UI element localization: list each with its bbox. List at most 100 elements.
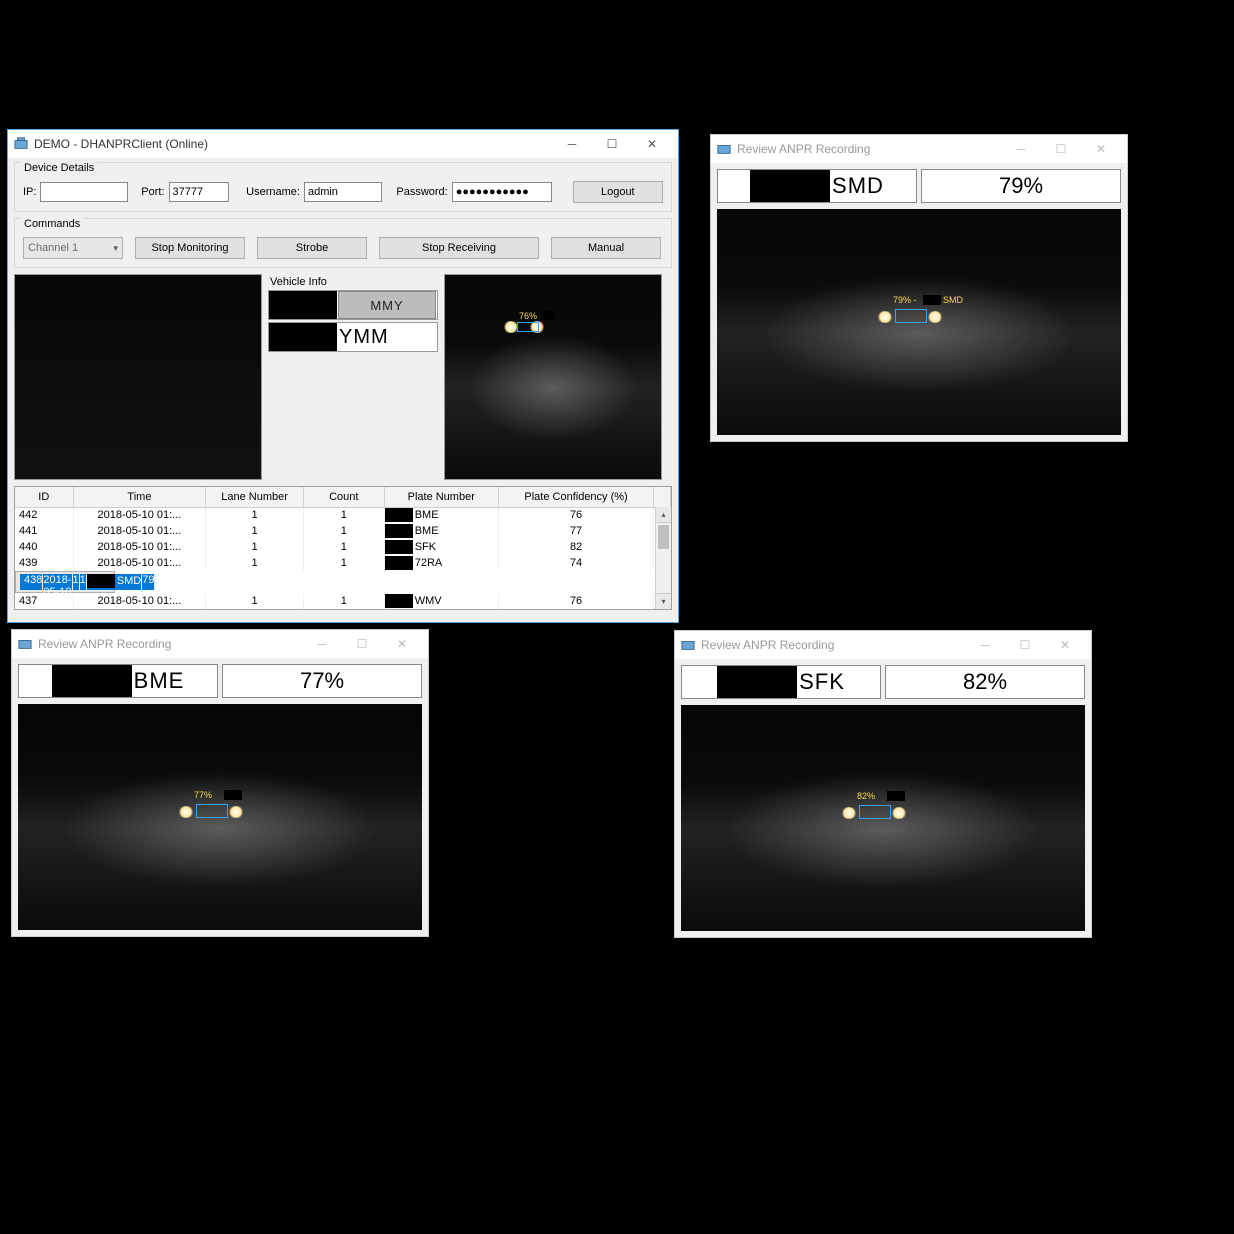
live-camera-right: 76% (444, 274, 662, 480)
strobe-button[interactable]: Strobe (257, 237, 367, 259)
stop-monitoring-button[interactable]: Stop Monitoring (135, 237, 245, 259)
table-row[interactable]: 4382018-05-10 01:...11SMD79 (15, 571, 115, 593)
channel-select[interactable]: Channel 1 ▾ (23, 237, 123, 259)
close-button[interactable]: ✕ (382, 630, 422, 658)
channel-select-value: Channel 1 (28, 242, 78, 254)
titlebar[interactable]: Review ANPR Recording ─ ☐ ✕ (12, 630, 428, 658)
commands-group: Commands Channel 1 ▾ Stop Monitoring Str… (14, 218, 672, 268)
app-icon (14, 137, 28, 151)
col-count[interactable]: Count (303, 487, 384, 507)
maximize-button[interactable]: ☐ (592, 130, 632, 158)
review-confidence-box: 82% (885, 665, 1085, 699)
window-title: Review ANPR Recording (38, 637, 171, 651)
redaction-block (269, 323, 337, 351)
table-row[interactable]: 4392018-05-10 01:...1172RA74 (15, 555, 671, 571)
detection-annotation: 79% - (893, 295, 917, 305)
scroll-up-icon[interactable]: ▴ (656, 507, 671, 523)
minimize-button[interactable]: ─ (302, 630, 342, 658)
main-window: DEMO - DHANPRClient (Online) ─ ☐ ✕ Devic… (7, 129, 679, 623)
app-icon (681, 638, 695, 652)
titlebar[interactable]: Review ANPR Recording ─ ☐ ✕ (711, 135, 1127, 163)
col-plate[interactable]: Plate Number (384, 487, 498, 507)
col-time[interactable]: Time (73, 487, 206, 507)
table-row[interactable]: 4422018-05-10 01:...11BME76 (15, 507, 671, 523)
window-title: DEMO - DHANPRClient (Online) (34, 137, 208, 151)
window-title: Review ANPR Recording (701, 638, 834, 652)
stop-receiving-button[interactable]: Stop Receiving (379, 237, 539, 259)
redaction-block (385, 508, 413, 522)
review-plate-box: SFK (681, 665, 881, 699)
review-plate-box: BME (18, 664, 218, 698)
titlebar[interactable]: DEMO - DHANPRClient (Online) ─ ☐ ✕ (8, 130, 678, 158)
review-image: 82% (681, 705, 1085, 931)
redaction-block (750, 170, 830, 202)
table-scrollbar[interactable]: ▴ ▾ (655, 507, 671, 609)
close-button[interactable]: ✕ (632, 130, 672, 158)
detection-box (196, 804, 228, 818)
scroll-down-icon[interactable]: ▾ (656, 593, 671, 609)
maximize-button[interactable]: ☐ (1005, 631, 1045, 659)
review-plate-text: SMD (830, 173, 884, 199)
device-details-legend: Device Details (21, 162, 97, 174)
username-input[interactable] (304, 182, 382, 202)
col-id[interactable]: ID (15, 487, 73, 507)
review-plate-box: SMD (717, 169, 917, 203)
app-icon (18, 637, 32, 651)
password-label: Password: (396, 186, 447, 198)
review-confidence-box: 79% (921, 169, 1121, 203)
redaction-block (385, 594, 413, 608)
redaction-block (717, 666, 797, 698)
plate-image: MMY (268, 290, 438, 320)
table-row[interactable]: 4402018-05-10 01:...11SFK82 (15, 539, 671, 555)
ip-label: IP: (23, 186, 36, 198)
vehicle-info-panel: Vehicle Info MMY YMM (268, 274, 438, 480)
username-label: Username: (246, 186, 300, 198)
plate-text-value: YMM (337, 326, 389, 349)
minimize-button[interactable]: ─ (1001, 135, 1041, 163)
redaction-block (385, 524, 413, 538)
commands-legend: Commands (21, 218, 83, 230)
scroll-thumb[interactable] (658, 525, 669, 549)
redaction-block (87, 574, 115, 588)
titlebar[interactable]: Review ANPR Recording ─ ☐ ✕ (675, 631, 1091, 659)
detection-box (895, 309, 927, 323)
port-label: Port: (141, 186, 164, 198)
redaction-block (224, 790, 242, 800)
redaction-block (52, 665, 132, 697)
review-plate-text: SFK (797, 669, 845, 695)
review-confidence-box: 77% (222, 664, 422, 698)
ip-input[interactable] (40, 182, 128, 202)
maximize-button[interactable]: ☐ (1041, 135, 1081, 163)
maximize-button[interactable]: ☐ (342, 630, 382, 658)
review-confidence-text: 82% (963, 669, 1007, 695)
col-conf[interactable]: Plate Confidency (%) (498, 487, 654, 507)
minimize-button[interactable]: ─ (965, 631, 1005, 659)
redaction-block (923, 295, 941, 305)
port-input[interactable] (169, 182, 229, 202)
logout-button[interactable]: Logout (573, 181, 663, 203)
redaction-block (887, 791, 905, 801)
detection-annotation: 77% (194, 790, 212, 800)
detections-table: ID Time Lane Number Count Plate Number P… (14, 486, 672, 610)
live-camera-left (14, 274, 262, 480)
password-input[interactable] (452, 182, 552, 202)
detection-box (859, 805, 891, 819)
chevron-down-icon: ▾ (113, 243, 118, 254)
app-icon (717, 142, 731, 156)
review-image: 77% (18, 704, 422, 930)
review-confidence-text: 77% (300, 668, 344, 694)
redaction-block (269, 291, 337, 319)
table-row[interactable]: 4372018-05-10 01:...11WMV76 (15, 593, 671, 609)
table-row[interactable]: 4412018-05-10 01:...11BME77 (15, 523, 671, 539)
manual-button[interactable]: Manual (551, 237, 661, 259)
minimize-button[interactable]: ─ (552, 130, 592, 158)
redaction-block (541, 311, 555, 320)
review-window: Review ANPR Recording ─ ☐ ✕ SMD 79% 79% … (710, 134, 1128, 442)
review-image: 79% - SMD (717, 209, 1121, 435)
col-lane[interactable]: Lane Number (206, 487, 303, 507)
detection-annotation: 76% (519, 311, 537, 321)
close-button[interactable]: ✕ (1045, 631, 1085, 659)
window-title: Review ANPR Recording (737, 142, 870, 156)
review-confidence-text: 79% (999, 173, 1043, 199)
close-button[interactable]: ✕ (1081, 135, 1121, 163)
